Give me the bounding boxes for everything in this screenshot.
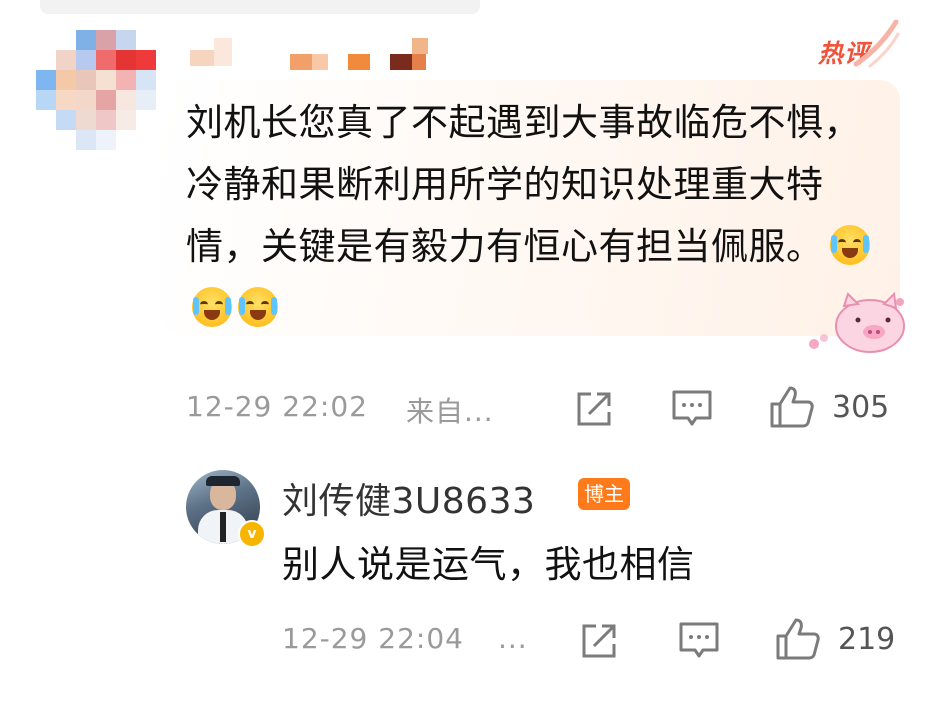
pig-sticker-icon <box>809 291 905 353</box>
reply-text: 别人说是运气，我也相信 <box>282 543 695 586</box>
laughing-tears-emoji-icon <box>238 287 278 327</box>
share-icon[interactable] <box>573 388 615 430</box>
comment-icon[interactable] <box>677 620 721 662</box>
reply-timestamp: 12-29 22:04 <box>282 622 464 655</box>
hot-swoosh-icon <box>853 19 900 68</box>
comment-source[interactable]: 来自... <box>406 390 494 430</box>
commenter-name-obscured[interactable] <box>190 38 450 72</box>
reply-like-count: 219 <box>838 622 896 657</box>
comment-body: 刘机长您真了不起遇到大事故临危不惧，冷静和果断利用所学的知识处理重大特情，关键是… <box>186 92 886 340</box>
like-icon[interactable] <box>768 384 816 430</box>
reply-author-name[interactable]: 刘传健3U8633 <box>282 472 535 524</box>
laughing-tears-emoji-icon <box>829 225 870 265</box>
like-icon[interactable] <box>774 616 822 662</box>
comment-like-count: 305 <box>832 390 890 425</box>
reply-more[interactable]: ... <box>498 622 528 655</box>
laughing-tears-emoji-icon <box>192 287 232 327</box>
verified-badge-icon: v <box>238 520 266 548</box>
comment-timestamp: 12-29 22:02 <box>186 390 368 423</box>
previous-item-edge <box>40 0 480 14</box>
comment-icon[interactable] <box>670 388 714 430</box>
share-icon[interactable] <box>578 620 620 662</box>
blogger-badge: 博主 <box>578 478 630 510</box>
comment-text: 刘机长您真了不起遇到大事故临危不惧，冷静和果断利用所学的知识处理重大特情，关键是… <box>186 101 861 268</box>
commenter-avatar[interactable] <box>36 30 164 158</box>
